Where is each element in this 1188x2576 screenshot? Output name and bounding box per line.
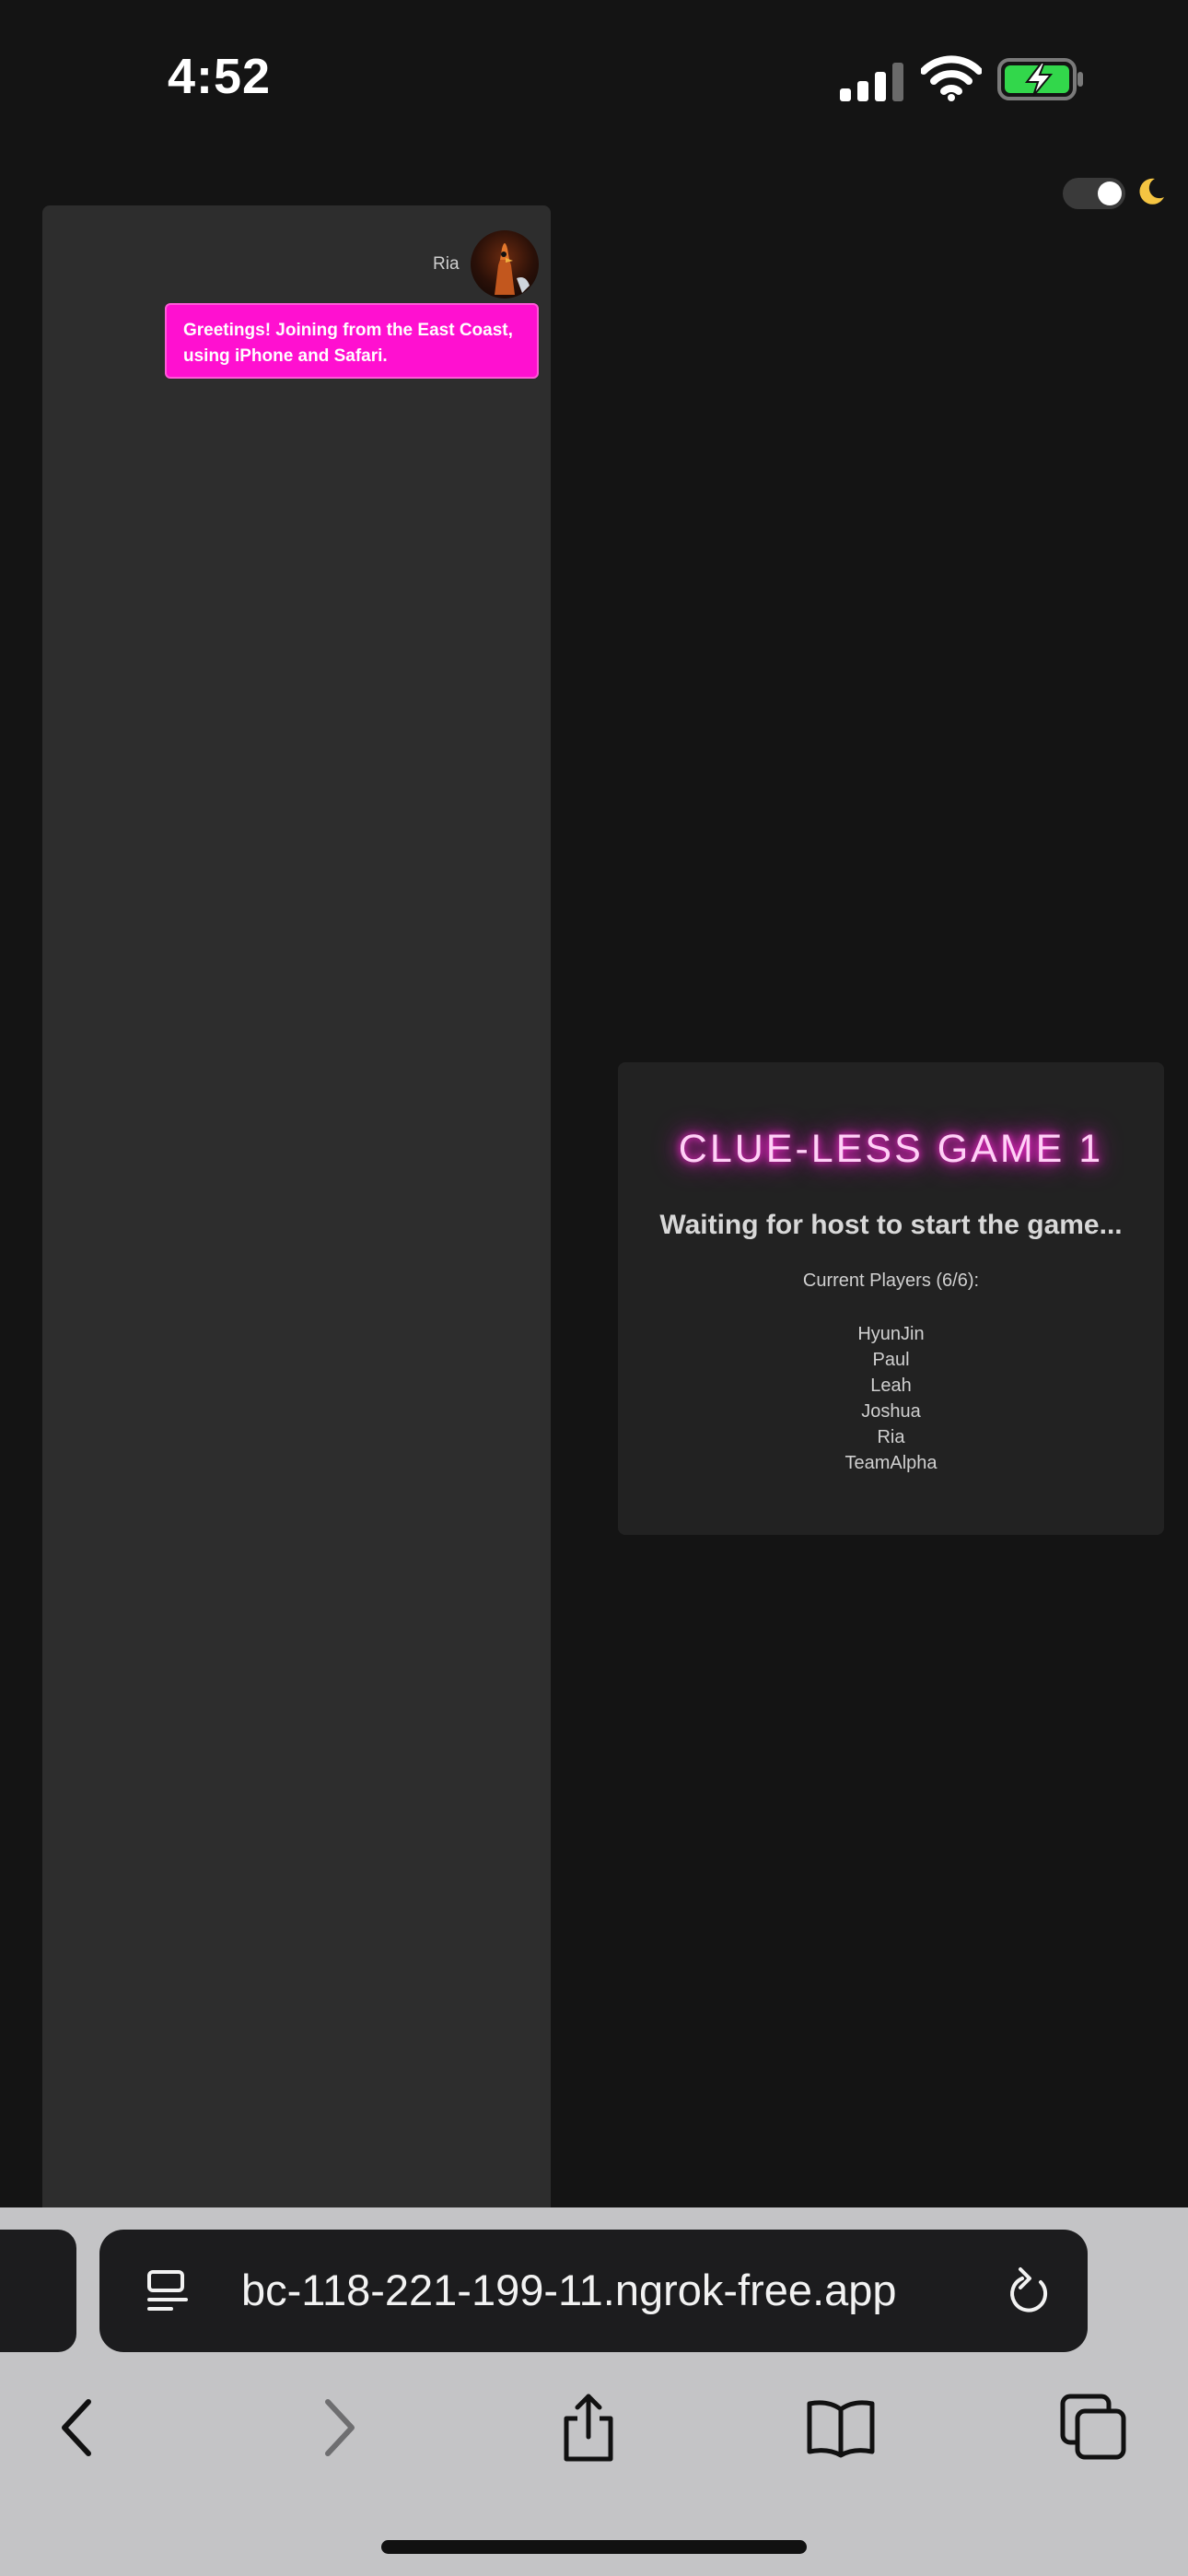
player-item: Ria [877,1427,905,1447]
moon-icon [1139,178,1164,205]
toggle-knob [1098,181,1122,205]
player-list: HyunJin Paul Leah Joshua Ria TeamAlpha [618,1321,1164,1476]
lobby-card: CLUE-LESS GAME 1 Waiting for host to sta… [618,1062,1164,1535]
status-time: 4:52 [168,49,272,104]
bookmarks-icon[interactable] [804,2391,878,2465]
waiting-status: Waiting for host to start the game... [659,1210,1123,1240]
players-heading: Current Players (6/6): [802,1270,980,1291]
player-item: HyunJin [857,1324,925,1344]
url-text[interactable]: bc-118-221-199-11.ngrok-free.app [241,2263,978,2318]
battery-charging-icon [997,58,1083,100]
share-icon[interactable] [552,2391,625,2465]
player-item: Joshua [861,1401,921,1422]
signal-icon [840,61,904,101]
avatar [471,230,539,299]
home-indicator [381,2540,807,2554]
chat-sender-name: Ria [433,254,460,274]
game-title: CLUE-LESS GAME 1 [678,1127,1104,1171]
player-item: TeamAlpha [844,1453,938,1473]
tabs-icon[interactable] [1057,2391,1131,2465]
forward-icon[interactable] [300,2391,374,2465]
player-item: Paul [872,1350,910,1370]
previous-tab-preview[interactable] [0,2230,76,2352]
status-bar: 4:52 [0,0,1188,147]
reload-icon[interactable] [1004,2264,1054,2319]
wifi-icon [921,55,982,101]
player-item: Leah [870,1376,912,1396]
page-menu-icon[interactable] [146,2268,190,2314]
chat-panel [42,205,551,2207]
back-icon[interactable] [42,2391,116,2465]
chat-message-bubble: Greetings! Joining from the East Coast, … [165,303,539,379]
theme-toggle[interactable] [1063,178,1125,209]
